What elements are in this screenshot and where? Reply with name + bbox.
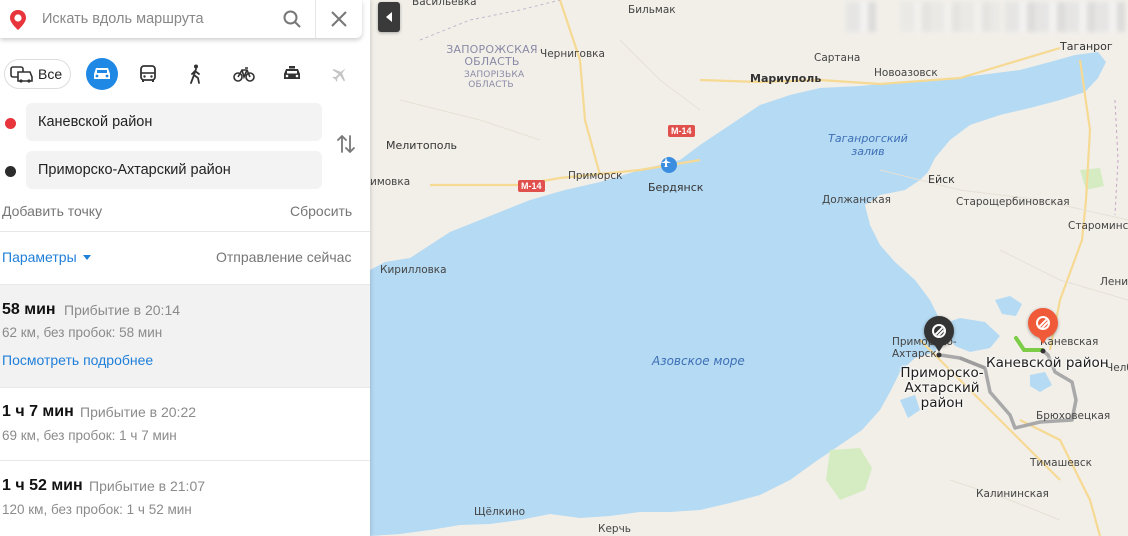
plane-icon [332,68,346,82]
route-distance: 62 км, без пробок: 58 мин [2,325,163,340]
chevron-left-icon [386,12,392,22]
route-duration: 1 ч 52 мин [2,477,83,494]
all-transport-icon [10,66,33,83]
close-icon [331,11,347,27]
town-label: имовка [370,176,411,188]
route-search-bar: Искать вдоль маршрута [0,0,362,38]
route-start-pin[interactable] [924,316,954,352]
town-label: Щёлкино [474,506,526,518]
town-label: Черниговка [540,48,605,60]
mode-all-button[interactable]: Все [4,59,72,89]
city-label: Бердянск [648,181,704,194]
route-arrival: Прибытие в 20:22 [80,404,197,420]
mode-plane-button[interactable] [324,58,356,90]
bicycle-icon [233,67,255,82]
route-arrival: Прибытие в 21:07 [89,478,206,494]
region-label: ЗАПОРОЖСКАЯ ОБЛАСТЬ [446,43,538,68]
town-label: Бильмак [628,4,676,16]
taxi-icon [284,66,300,79]
waypoint-to-field[interactable]: Приморско-Ахтарский район [26,151,322,189]
blurred-area [1005,2,1125,32]
route-details-link[interactable]: Посмотреть подробнее [2,352,153,368]
town-label: Кирилловка [380,264,447,276]
car-icon [94,68,110,79]
search-input[interactable]: Искать вдоль маршрута [42,11,269,27]
town-label: Приморск [568,170,623,182]
town-label: Лени [1100,276,1128,288]
route-option[interactable]: 1 ч 52 мин Прибытие в 21:07 120 км, без … [0,461,370,536]
swap-waypoints-button[interactable] [334,132,358,156]
town-label: Староминская [1068,220,1128,232]
blurred-area [846,2,876,32]
route-option[interactable]: 1 ч 7 мин Прибытие в 20:22 69 км, без пр… [0,388,370,460]
town-label: Керчь [598,523,631,535]
route-duration: 58 мин [2,301,56,318]
route-end-pin[interactable] [1028,308,1058,344]
route-start-label: Приморско-Ахтарский район [900,365,984,411]
mode-bus-button[interactable] [132,58,164,90]
divider [0,231,370,232]
mode-car-button[interactable] [86,58,118,90]
region-label-sub: ЗАПОРІЗЬКА ОБЛАСТЬ [464,70,525,90]
route-option[interactable]: 58 мин Прибытие в 20:14 62 км, без пробо… [0,285,370,387]
town-label: Должанская [822,194,891,206]
route-params-button[interactable]: Параметры [2,249,91,265]
city-label: Мариуполь [750,72,822,85]
yandex-maps-logo-icon[interactable] [8,9,28,30]
route-arrival: Прибытие в 20:14 [64,302,181,318]
close-button[interactable] [316,0,362,38]
town-label: Челб [1106,362,1128,374]
route-distance: 69 км, без пробок: 1 ч 7 мин [2,428,177,443]
point-a-dot [5,118,16,129]
reset-link[interactable]: Сбросить [290,203,352,219]
city-label: Мелитополь [386,139,458,152]
town-label: Тимашевск [1030,457,1092,469]
highway-shield: M-14 [518,180,545,192]
add-point-link[interactable]: Добавить точку [2,203,102,219]
gulf-label: Таганрогский залив [828,132,908,158]
town-label: Старощербиновская [956,196,1070,208]
town-label: Новоазовск [874,67,938,79]
point-b-dot [5,166,16,177]
route-end-label: Каневской район [986,355,1109,371]
bus-icon [140,65,156,82]
params-label: Параметры [2,249,77,265]
departure-time-link[interactable]: Отправление сейчас [216,249,351,265]
swap-arrows-icon [337,135,355,153]
caret-down-icon [82,254,91,260]
sea-label: Азовское море [652,354,745,368]
route-sidebar: Искать вдоль маршрута Все Каневской райо… [0,0,370,536]
blurred-area [900,2,1000,32]
mode-walk-button[interactable] [180,58,212,90]
town-label: Каневская [1040,336,1099,348]
search-icon [283,10,301,28]
walk-icon [190,64,200,84]
city-label: Таганрог [1060,40,1113,53]
town-label: Брюховецкая [1036,410,1111,422]
waypoint-from-field[interactable]: Каневской район [26,103,322,141]
mode-all-label: Все [38,66,63,82]
airport-icon[interactable] [661,157,677,173]
search-button[interactable] [269,0,315,38]
mode-bicycle-button[interactable] [228,58,260,90]
town-label: Калининская [976,488,1049,500]
town-label: Сартана [814,52,861,64]
route-duration: 1 ч 7 мин [2,403,74,420]
collapse-sidebar-button[interactable] [378,2,400,32]
town-label: Васильевка [412,0,477,8]
transport-mode-bar: Все [0,56,370,92]
city-label: Ейск [928,173,955,186]
highway-shield: M-14 [668,125,695,137]
route-distance: 120 км, без пробок: 1 ч 52 мин [2,502,192,517]
mode-taxi-button[interactable] [276,58,308,90]
